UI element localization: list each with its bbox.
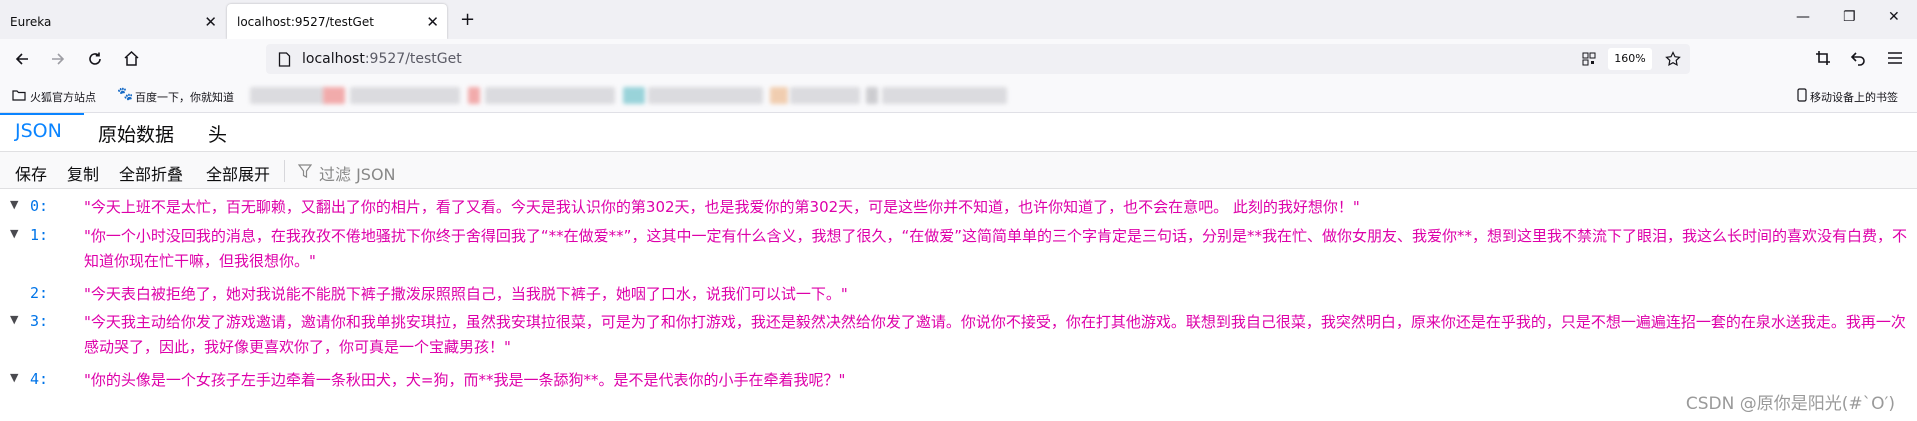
- blurred-bookmark-icon: [623, 87, 645, 104]
- close-tab-icon[interactable]: ✕: [426, 13, 439, 31]
- undo-icon[interactable]: [1850, 50, 1866, 66]
- json-value: "你一个小时没回我的消息，在我孜孜不倦地骚扰下你终于舍得回我了“**在做爱**”…: [84, 227, 1907, 270]
- json-value: "你的头像是一个女孩子左手边牵着一条秋田犬，犬=狗，而**我是一条舔狗**。是不…: [84, 371, 846, 389]
- close-window-button[interactable]: ✕: [1888, 9, 1900, 25]
- blurred-bookmark[interactable]: [350, 87, 460, 104]
- collapse-all-button[interactable]: 全部折叠: [119, 161, 183, 185]
- url-bar[interactable]: localhost:9527/testGet 160%: [266, 44, 1690, 74]
- page-icon: [278, 52, 291, 67]
- json-toolbar: 保存 复制 全部折叠 全部展开 过滤 JSON: [0, 152, 1917, 189]
- blurred-bookmark[interactable]: [250, 87, 325, 104]
- tab-json[interactable]: JSON: [15, 120, 62, 142]
- copy-button[interactable]: 复制: [67, 161, 99, 185]
- reload-icon[interactable]: [87, 51, 103, 67]
- blurred-bookmark[interactable]: [882, 87, 1007, 104]
- json-key: 1:: [30, 226, 49, 244]
- collapse-arrow-icon[interactable]: ▼: [10, 227, 18, 240]
- tab-headers[interactable]: 头: [208, 120, 227, 147]
- mobile-bookmarks[interactable]: 移动设备上的书签: [1810, 89, 1898, 105]
- blurred-bookmark[interactable]: [648, 87, 763, 104]
- tab-raw-data[interactable]: 原始数据: [98, 120, 174, 147]
- url-path: :9527/testGet: [364, 51, 462, 67]
- collapse-arrow-icon[interactable]: ▼: [10, 371, 18, 384]
- restore-button[interactable]: ❐: [1843, 9, 1856, 25]
- json-value: "今天表白被拒绝了，她对我说能不能脱下裤子撒泼尿照照自己，当我脱下裤子，她咽了口…: [84, 285, 848, 303]
- csdn-watermark: CSDN @原你是阳光(#`O′): [1685, 394, 1895, 414]
- blurred-bookmark-icon: [468, 87, 480, 104]
- back-icon[interactable]: [14, 51, 30, 67]
- json-value: "今天我主动给你发了游戏邀请，邀请你和我单挑安琪拉，虽然我安琪拉很菜，可是为了和…: [84, 313, 1906, 356]
- minimize-button[interactable]: —: [1796, 9, 1810, 25]
- save-button[interactable]: 保存: [15, 161, 47, 185]
- blurred-bookmark[interactable]: [485, 87, 615, 104]
- blurred-bookmark-icon: [866, 87, 878, 104]
- tab-strip: Eureka ✕ localhost:9527/testGet ✕ + — ❐ …: [0, 0, 1917, 39]
- json-key: 4:: [30, 370, 49, 388]
- tab-eureka[interactable]: Eureka ✕: [0, 4, 225, 39]
- bookmark-baidu[interactable]: 百度一下，你就知道: [135, 89, 234, 105]
- tab-title: Eureka: [10, 14, 52, 29]
- navigation-bar: localhost:9527/testGet 160%: [0, 39, 1917, 79]
- toolbar-divider: [284, 160, 285, 182]
- json-key: 3:: [30, 312, 49, 330]
- filter-json-input[interactable]: 过滤 JSON: [319, 161, 396, 185]
- tab-testget[interactable]: localhost:9527/testGet ✕: [227, 4, 447, 39]
- json-viewer-tabs: JSON 原始数据 头: [0, 113, 1917, 152]
- url-text: localhost:9527/testGet: [302, 51, 462, 67]
- qr-code-icon[interactable]: [1582, 52, 1596, 66]
- bookmark-firefox-official[interactable]: 火狐官方站点: [30, 89, 96, 105]
- bookmark-star-icon[interactable]: [1665, 51, 1681, 67]
- close-tab-icon[interactable]: ✕: [204, 13, 217, 31]
- json-value: "今天上班不是太忙，百无聊赖，又翻出了你的相片，看了又看。今天是我认识你的第30…: [84, 198, 1360, 216]
- mobile-device-icon: [1797, 88, 1807, 102]
- menu-icon[interactable]: [1887, 51, 1903, 65]
- active-tab-indicator: [0, 113, 84, 115]
- blurred-bookmark-icon: [323, 87, 345, 104]
- folder-icon: [12, 90, 26, 101]
- tab-title: localhost:9527/testGet: [237, 14, 374, 29]
- collapse-arrow-icon[interactable]: ▼: [10, 198, 18, 211]
- forward-icon[interactable]: [50, 51, 66, 67]
- screenshot-crop-icon[interactable]: [1815, 50, 1831, 66]
- home-icon[interactable]: [123, 50, 140, 67]
- collapse-arrow-icon[interactable]: ▼: [10, 313, 18, 326]
- blurred-bookmark[interactable]: [790, 87, 860, 104]
- zoom-level[interactable]: 160%: [1608, 48, 1652, 70]
- expand-all-button[interactable]: 全部展开: [206, 161, 270, 185]
- json-key: 2:: [30, 284, 49, 302]
- filter-icon: [298, 164, 312, 178]
- bookmarks-bar: 火狐官方站点 🐾 百度一下，你就知道 移动设备上的书签: [0, 79, 1917, 113]
- baidu-paw-icon: 🐾: [117, 87, 134, 102]
- blurred-bookmark-icon: [770, 87, 788, 104]
- json-key: 0:: [30, 197, 49, 215]
- url-host: localhost: [302, 51, 365, 67]
- new-tab-button[interactable]: +: [460, 9, 475, 30]
